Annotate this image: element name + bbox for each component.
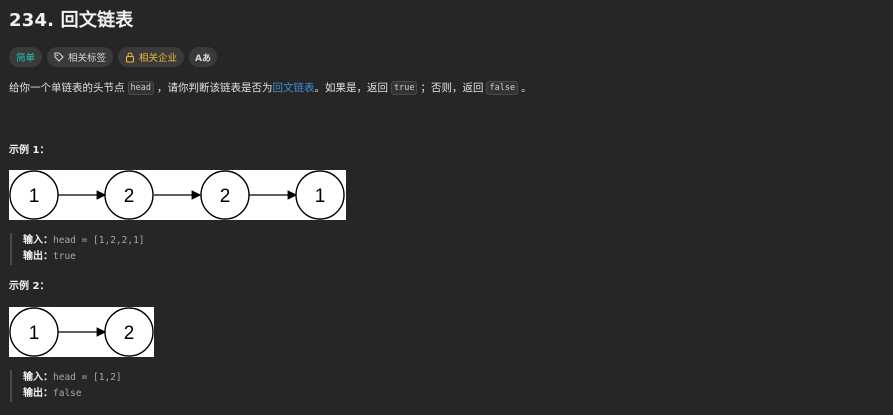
problem-page: 234. 回文链表 简单 相关标签 相关企业 Aあ 给你一个单链表的头节点 he… (0, 0, 893, 415)
input-label: 输入： (23, 372, 53, 383)
translate-button[interactable]: Aあ (189, 47, 218, 67)
difficulty-badge[interactable]: 简单 (9, 47, 43, 67)
example-2-diagram: 1 2 (9, 307, 154, 357)
desc-text-1: 给你一个单链表的头节点 (9, 82, 125, 94)
tag-icon (54, 52, 64, 62)
code-false: false (486, 80, 519, 95)
input-label: 输入： (23, 235, 53, 246)
example-1-io: 输入：head = [1,2,2,1] 输出：true (10, 233, 145, 265)
related-companies-button[interactable]: 相关企业 (118, 47, 185, 67)
output-value: true (53, 251, 76, 262)
translate-icon: Aあ (195, 53, 212, 64)
desc-text-4: ；否则，返回 (420, 82, 484, 94)
node-value: 2 (220, 186, 231, 207)
input-value: head = [1,2] (53, 372, 122, 383)
desc-text-5: 。 (521, 82, 532, 94)
desc-text-2: ，请你判断该链表是否为 (156, 82, 273, 94)
code-true: true (390, 80, 418, 95)
related-companies-label: 相关企业 (139, 53, 178, 64)
node-value: 1 (315, 186, 326, 207)
node-value: 1 (29, 186, 40, 207)
example-2-title: 示例 2： (9, 281, 50, 292)
difficulty-label: 简单 (16, 53, 36, 64)
code-head: head (127, 80, 154, 95)
related-tags-label: 相关标签 (68, 53, 107, 64)
output-value: false (53, 388, 82, 399)
lock-icon (125, 51, 135, 63)
input-value: head = [1,2,2,1] (53, 235, 145, 246)
node-value: 2 (124, 186, 135, 207)
node-value: 2 (124, 323, 135, 344)
related-tags-button[interactable]: 相关标签 (47, 47, 114, 67)
problem-title: 234. 回文链表 (9, 10, 134, 31)
example-1-diagram: 1 2 2 1 (9, 170, 346, 220)
example-2-io: 输入：head = [1,2] 输出：false (10, 370, 122, 402)
desc-text-3: 。如果是，返回 (314, 82, 388, 94)
example-1-title: 示例 1： (9, 145, 50, 156)
palindrome-link[interactable]: 回文链表 (272, 80, 314, 95)
problem-tags: 简单 相关标签 相关企业 Aあ (9, 47, 218, 67)
problem-description: 给你一个单链表的头节点 head ，请你判断该链表是否为 回文链表 。如果是，返… (9, 80, 532, 95)
output-label: 输出： (23, 251, 53, 262)
node-value: 1 (29, 323, 40, 344)
output-label: 输出： (23, 388, 53, 399)
